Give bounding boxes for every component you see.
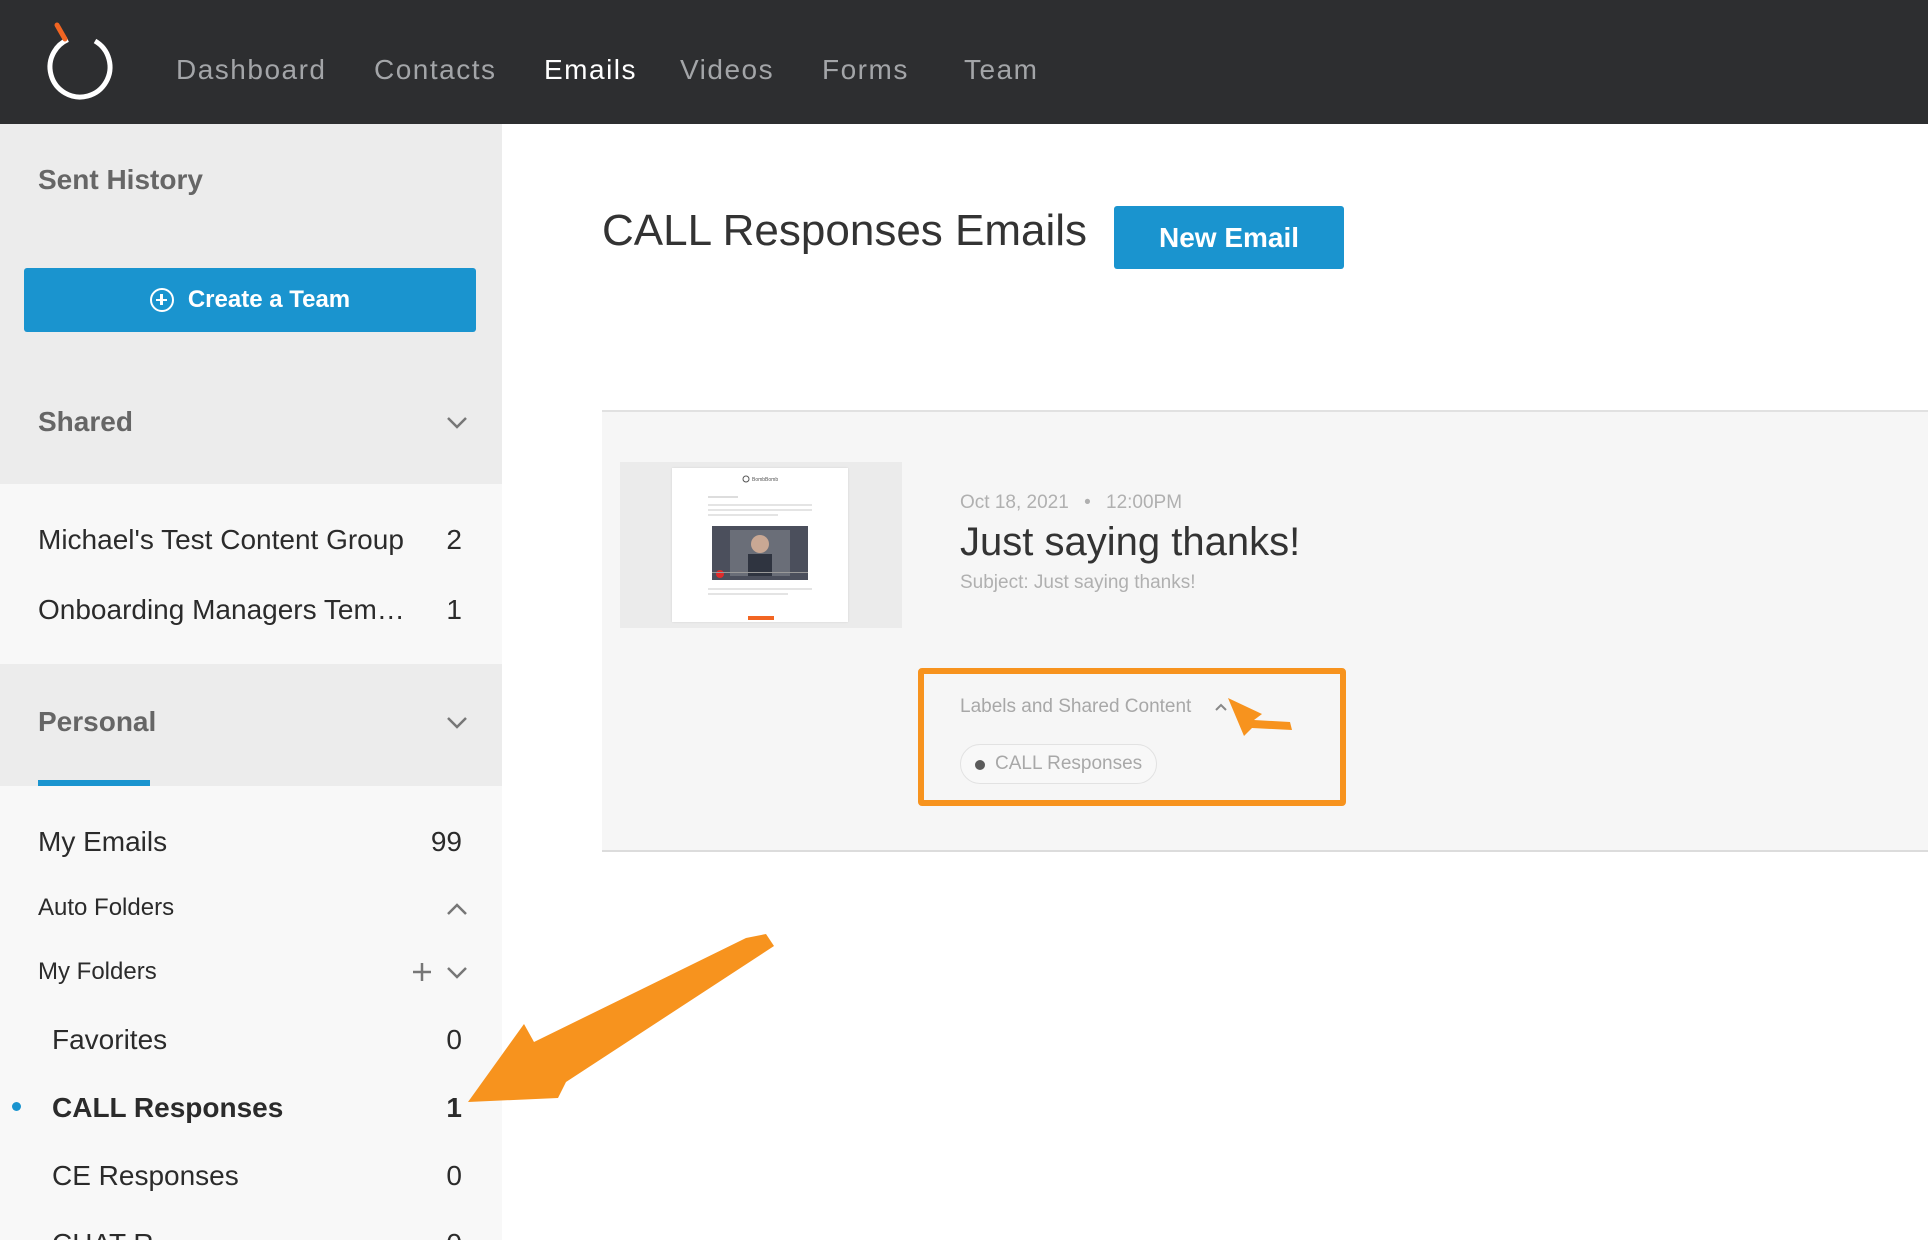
email-card[interactable]: BombBomb Oct 18, 2021 • 12:00PM Just say… [602,410,1928,852]
meta-separator: • [1084,492,1091,513]
email-title[interactable]: Just saying thanks! [960,520,1300,565]
nav-videos[interactable]: Videos [680,54,774,86]
nav-emails[interactable]: Emails [544,54,637,86]
my-folders-toggle[interactable]: My Folders [38,958,157,986]
folder-count: 0 [446,1160,462,1191]
folder-count: 1 [446,1092,462,1123]
label-dot-icon [975,760,985,770]
folder-call-responses[interactable]: CALL Responses [52,1092,283,1124]
create-team-label: Create a Team [187,286,351,313]
page-title: CALL Responses Emails [602,206,1088,255]
labels-and-shared-content-toggle[interactable]: Labels and Shared Content [960,696,1191,718]
shared-item-onboarding-managers[interactable]: Onboarding Managers Tem… [38,594,405,626]
email-time: 12:00PM [1106,492,1183,513]
personal-list: My Emails 99 Auto Folders My Folders Fav… [0,786,502,1240]
shared-item-count: 2 [446,524,462,555]
add-folder-icon[interactable] [410,960,434,984]
my-emails-count: 99 [430,826,462,857]
email-subject: Subject: Just saying thanks! [960,572,1196,593]
personal-section-title[interactable]: Personal [38,706,156,738]
chevron-down-icon[interactable] [446,966,468,980]
chevron-down-icon[interactable] [446,716,468,730]
my-emails-link[interactable]: My Emails [38,826,167,858]
sidebar-top-section: Sent History Create a Team Shared [0,124,502,484]
label-pill[interactable]: CALL Responses [960,744,1158,784]
folder-count: 0 [446,1024,462,1055]
create-team-button[interactable]: Create a Team [24,268,476,332]
plus-circle-icon [149,288,174,312]
shared-item-michaels-test-content-group[interactable]: Michael's Test Content Group [38,524,404,556]
top-navigation: Dashboard Contacts Emails Videos Forms T… [0,0,1928,124]
email-preview-page: BombBomb [672,468,848,622]
chevron-up-icon[interactable] [446,902,468,916]
nav-contacts[interactable]: Contacts [374,54,497,86]
label-pill-text: CALL Responses [995,753,1143,774]
sent-history-link[interactable]: Sent History [38,164,203,196]
folder-favorites[interactable]: Favorites [52,1024,167,1056]
nav-team[interactable]: Team [964,54,1038,86]
email-date-time: Oct 18, 2021 • 12:00PM [960,492,1182,514]
chevron-down-icon[interactable] [446,416,468,430]
folder-chat-responses[interactable]: CHAT R… [52,1228,182,1240]
thumb-brand: BombBomb [752,477,778,483]
email-date: Oct 18, 2021 [960,492,1069,513]
bombbomb-logo-icon[interactable] [42,20,118,102]
email-preview-image: BombBomb [708,475,812,620]
folder-ce-responses[interactable]: CE Responses [52,1160,239,1192]
shared-section-title[interactable]: Shared [38,406,133,438]
email-thumbnail[interactable]: BombBomb [620,462,902,628]
folder-count: 0 [402,1228,462,1240]
sidebar: Sent History Create a Team Shared Michae… [0,124,502,1240]
new-email-button[interactable]: New Email [1114,206,1344,269]
active-folder-dot [12,1102,21,1111]
nav-forms[interactable]: Forms [822,54,909,86]
personal-section-header: Personal [0,664,502,786]
labels-highlight-box: Labels and Shared Content CALL Responses [918,668,1346,806]
nav-dashboard[interactable]: Dashboard [176,54,326,86]
auto-folders-toggle[interactable]: Auto Folders [38,894,174,922]
chevron-up-icon[interactable] [1214,702,1228,712]
shared-item-count: 1 [446,594,462,625]
arrow-to-call-responses-icon [468,934,774,1102]
